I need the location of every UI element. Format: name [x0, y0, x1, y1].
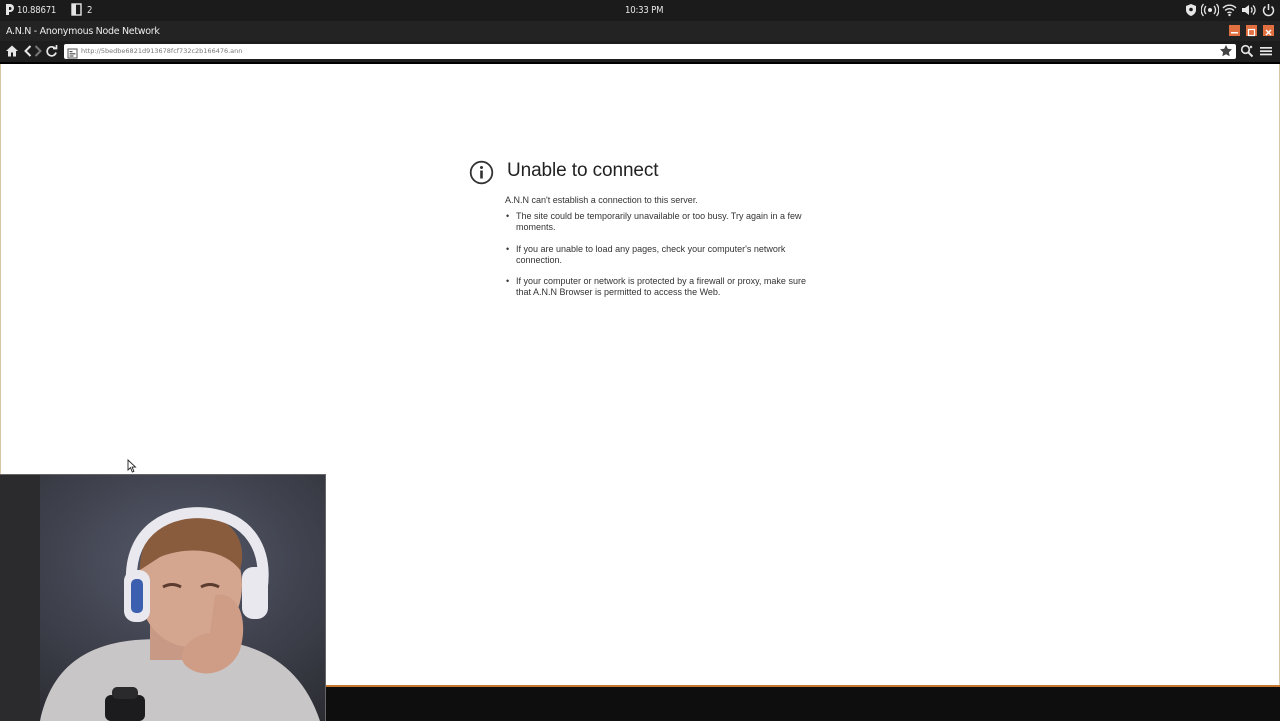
address-bar[interactable]: http://5bedbe6821d913678fcf732c2b166476.…	[64, 44, 1236, 59]
browser-toolbar: http://5bedbe6821d913678fcf732c2b166476.…	[0, 41, 1280, 64]
reload-icon	[46, 45, 58, 57]
maximize-icon	[1247, 28, 1256, 37]
webcam-image	[0, 475, 325, 721]
url-text[interactable]: http://5bedbe6821d913678fcf732c2b166476.…	[81, 47, 242, 55]
volume-icon[interactable]	[1241, 3, 1256, 20]
close-button[interactable]	[1263, 25, 1274, 36]
workspace-count: 2	[87, 5, 93, 16]
search-icon	[1240, 44, 1254, 58]
system-bar: 10.88671 2 10:33 PM	[0, 0, 1280, 21]
taskbar	[326, 687, 1280, 720]
clock: 10:33 PM	[625, 5, 664, 16]
list-item: If your computer or network is protected…	[505, 276, 815, 298]
error-title: Unable to connect	[507, 160, 659, 181]
star-icon	[1220, 45, 1232, 57]
forward-button[interactable]	[33, 44, 43, 63]
list-item: If you are unable to load any pages, che…	[505, 244, 815, 266]
error-message: A.N.N can't establish a connection to th…	[505, 195, 698, 205]
bookmark-button[interactable]	[1219, 44, 1233, 63]
wifi-icon[interactable]	[1222, 3, 1237, 20]
home-button[interactable]	[5, 44, 19, 63]
back-button[interactable]	[23, 44, 33, 63]
shield-icon[interactable]	[1185, 3, 1197, 20]
minimize-icon	[1231, 32, 1238, 34]
error-tips-list: The site could be temporarily unavailabl…	[505, 211, 815, 309]
search-button[interactable]	[1240, 44, 1254, 63]
minimize-button[interactable]	[1229, 25, 1240, 36]
home-icon	[6, 45, 18, 57]
list-item: The site could be temporarily unavailabl…	[505, 211, 815, 233]
broadcast-icon[interactable]	[1200, 3, 1220, 20]
menu-button[interactable]	[1259, 44, 1273, 63]
window-title-bar[interactable]: A.N.N - Anonymous Node Network	[0, 21, 1280, 41]
power-icon[interactable]	[1262, 3, 1275, 20]
maximize-button[interactable]	[1246, 25, 1257, 37]
close-icon	[1265, 29, 1272, 36]
back-icon	[24, 45, 32, 57]
workspace-icon[interactable]	[71, 3, 82, 19]
webcam-overlay	[0, 474, 326, 721]
forward-icon	[34, 45, 42, 57]
balance-text: 10.88671	[17, 5, 57, 16]
hamburger-icon	[1260, 47, 1272, 56]
info-icon	[469, 160, 494, 190]
currency-icon	[4, 3, 15, 19]
window-title: A.N.N - Anonymous Node Network	[6, 26, 160, 37]
site-info-icon[interactable]	[67, 46, 78, 64]
reload-button[interactable]	[45, 44, 58, 63]
